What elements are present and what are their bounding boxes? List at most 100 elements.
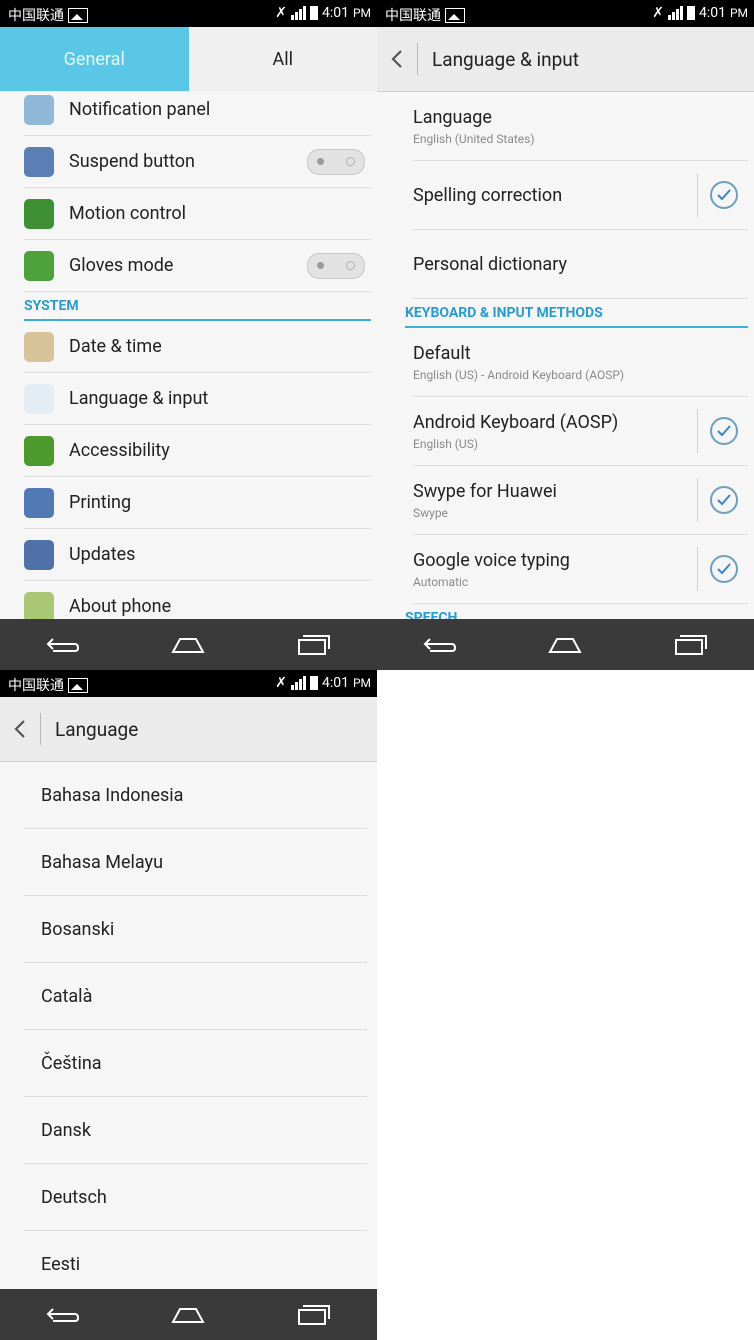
updates-icon — [24, 539, 54, 570]
home-nav-button[interactable] — [545, 630, 585, 660]
nav-bar — [0, 619, 377, 670]
toggle-switch[interactable] — [307, 149, 365, 175]
clock-time: 4:01 — [698, 5, 726, 21]
language-option[interactable]: Čeština — [24, 1030, 367, 1097]
battery-icon — [309, 6, 318, 20]
language-input-list: Language English (United States) Spelling … — [377, 92, 754, 633]
input-setting-row[interactable]: Language English (United States) — [413, 92, 748, 161]
input-setting-row[interactable]: Swype for Huawei Swype — [413, 466, 748, 535]
input-setting-row[interactable]: Personal dictionary — [413, 230, 748, 299]
home-nav-button[interactable] — [168, 1300, 208, 1330]
nav-bar — [0, 1289, 377, 1340]
checkbox-checked[interactable] — [710, 417, 738, 445]
row-divider — [697, 478, 698, 522]
language-option[interactable]: Dansk — [24, 1097, 367, 1164]
screen-header: Language & input — [377, 27, 754, 92]
image-notification-icon — [68, 677, 88, 693]
back-button[interactable] — [0, 697, 40, 761]
checkmark-icon — [717, 563, 731, 575]
back-nav-button[interactable] — [43, 630, 83, 660]
language-option[interactable]: Deutsch — [24, 1164, 367, 1231]
settings-item-label: Accessibility — [69, 440, 170, 461]
header-divider — [40, 713, 41, 745]
recents-icon — [298, 1304, 331, 1325]
clock-ampm: PM — [352, 6, 371, 20]
clock-ampm: PM — [729, 6, 748, 20]
settings-list: Notification panel Suspend button Motion c… — [0, 84, 377, 633]
language-option[interactable]: Català — [24, 963, 367, 1030]
back-button[interactable] — [377, 27, 417, 91]
image-notification-icon — [445, 7, 465, 23]
row-divider — [697, 547, 698, 591]
input-setting-row[interactable]: Default English (US) - Android Keyboard (… — [413, 328, 748, 397]
checkmark-icon — [717, 189, 731, 201]
language-screen: 中国联通 ✗ 4:01 PM Language Bahasa Indonesia… — [0, 670, 377, 1340]
language-option[interactable]: Bahasa Melayu — [24, 829, 367, 896]
language-option[interactable]: Bahasa Indonesia — [24, 762, 367, 829]
screen-header: Language — [0, 697, 377, 762]
recents-icon — [298, 634, 331, 655]
clock-ampm: PM — [352, 676, 371, 690]
page-title: Language — [55, 717, 139, 741]
input-setting-row[interactable]: Google voice typing Automatic — [413, 535, 748, 604]
mute-icon: ✗ — [275, 5, 287, 21]
settings-item-label: Gloves mode — [69, 255, 174, 276]
clock-icon — [24, 331, 54, 362]
clock-time: 4:01 — [321, 5, 349, 21]
signal-icon — [667, 6, 683, 20]
signal-icon — [290, 6, 306, 20]
chevron-left-icon — [14, 720, 25, 738]
settings-item-label: Date & time — [69, 336, 162, 357]
settings-item[interactable]: Suspend button — [24, 136, 371, 188]
row-divider — [697, 409, 698, 453]
checkmark-icon — [717, 425, 731, 437]
row-title: Personal dictionary — [413, 253, 568, 275]
settings-item-label: Suspend button — [69, 151, 195, 172]
recents-nav-button[interactable] — [294, 1300, 334, 1330]
toggle-switch[interactable] — [307, 253, 365, 279]
notification-panel-icon — [24, 94, 54, 125]
language-icon — [24, 383, 54, 414]
home-nav-button[interactable] — [168, 630, 208, 660]
settings-item[interactable]: Updates — [24, 529, 371, 581]
checkbox-checked[interactable] — [710, 555, 738, 583]
home-icon — [171, 1307, 206, 1323]
back-arrow-icon — [423, 637, 456, 652]
settings-item[interactable]: Date & time — [24, 321, 371, 373]
input-setting-row[interactable]: Spelling correction — [413, 161, 748, 230]
row-subtitle: English (United States) — [413, 131, 535, 146]
checkbox-checked[interactable] — [710, 181, 738, 209]
recents-nav-button[interactable] — [671, 630, 711, 660]
mute-icon: ✗ — [652, 5, 664, 21]
mute-icon: ✗ — [275, 675, 287, 691]
language-option[interactable]: Bosanski — [24, 896, 367, 963]
input-setting-row[interactable]: Android Keyboard (AOSP) English (US) — [413, 397, 748, 466]
settings-tabs: General All — [0, 27, 377, 91]
recents-icon — [675, 634, 708, 655]
tab-all[interactable]: All — [188, 27, 377, 91]
checkbox-checked[interactable] — [710, 486, 738, 514]
settings-item[interactable]: Accessibility — [24, 425, 371, 477]
row-title: Language — [413, 106, 492, 128]
header-divider — [417, 43, 418, 75]
status-bar: 中国联通 ✗ 4:01 PM — [377, 0, 754, 27]
recents-nav-button[interactable] — [294, 630, 334, 660]
settings-screen: 中国联通 ✗ 4:01 PM General All Notification … — [0, 0, 377, 670]
chevron-left-icon — [391, 50, 402, 68]
settings-item[interactable]: Language & input — [24, 373, 371, 425]
back-nav-button[interactable] — [43, 1300, 83, 1330]
settings-item[interactable]: Printing — [24, 477, 371, 529]
language-option[interactable]: Eesti — [24, 1231, 367, 1298]
battery-icon — [309, 676, 318, 690]
nav-bar — [377, 619, 754, 670]
status-bar: 中国联通 ✗ 4:01 PM — [0, 0, 377, 27]
settings-item[interactable]: Motion control — [24, 188, 371, 240]
section-header-system: SYSTEM — [24, 292, 371, 321]
settings-item[interactable]: Gloves mode — [24, 240, 371, 292]
image-notification-icon — [68, 7, 88, 23]
home-icon — [548, 637, 583, 653]
back-arrow-icon — [46, 637, 79, 652]
back-nav-button[interactable] — [420, 630, 460, 660]
settings-item[interactable]: Notification panel — [24, 84, 371, 136]
tab-general[interactable]: General — [0, 27, 189, 91]
